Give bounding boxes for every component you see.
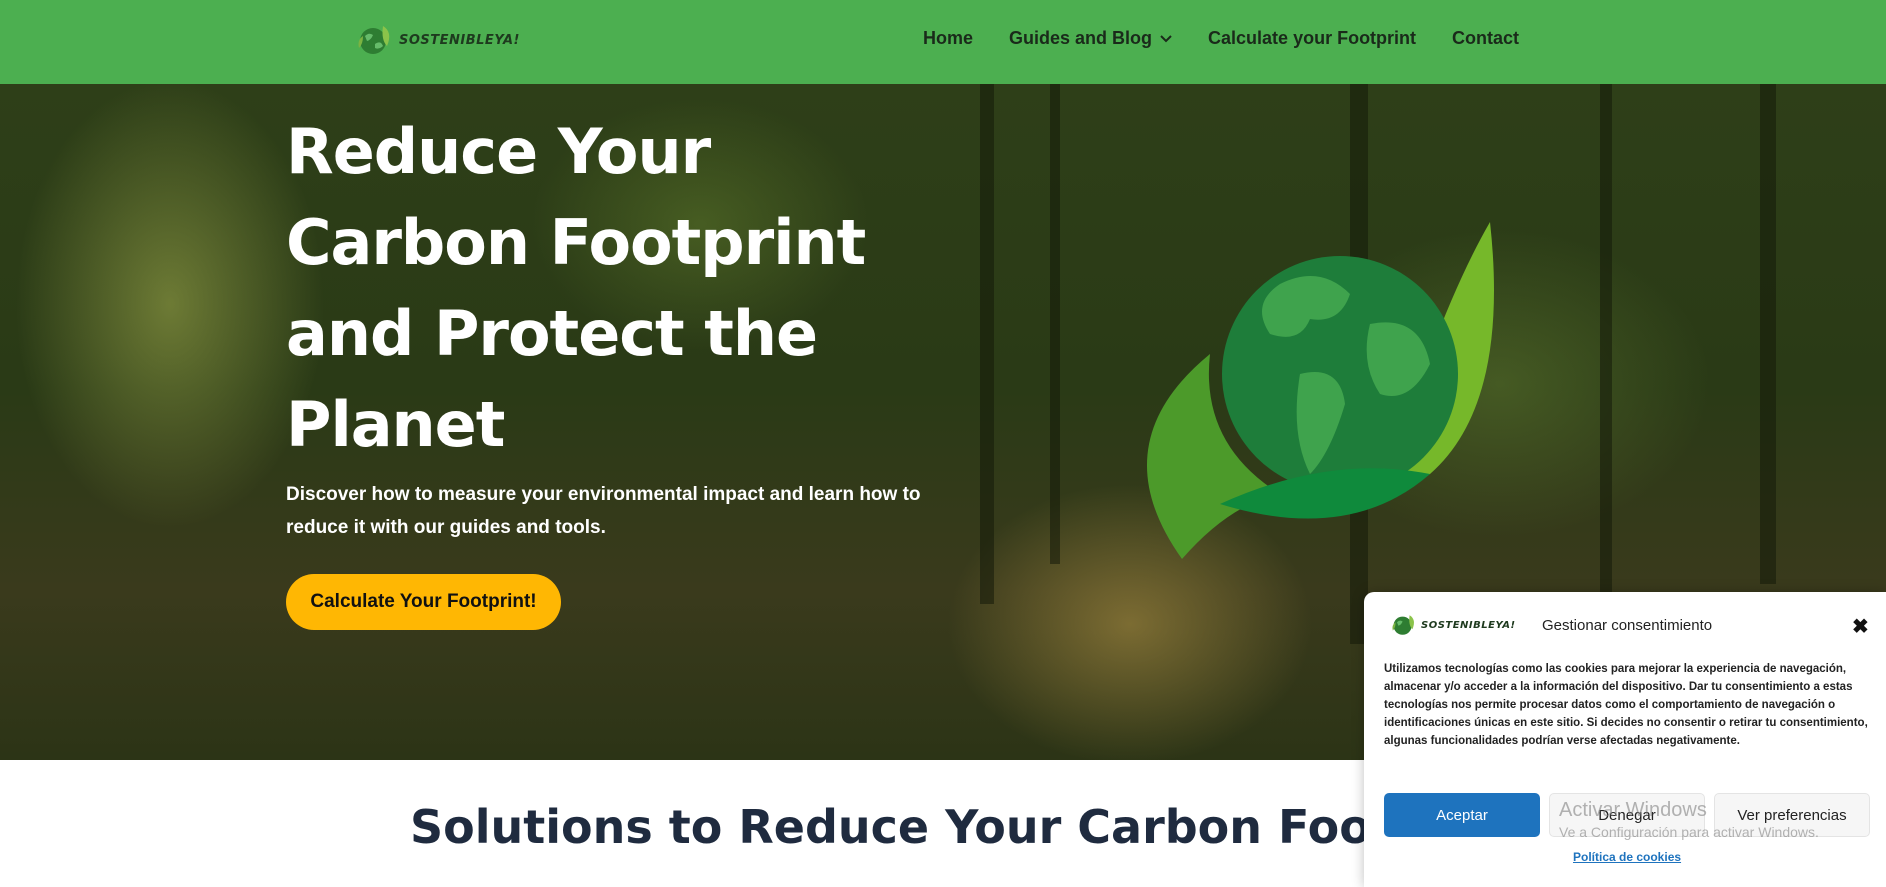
earth-leaf-emblem-icon: [1146, 222, 1494, 559]
hero-subtitle: Discover how to measure your environment…: [286, 484, 921, 538]
nav-home[interactable]: Home: [923, 28, 973, 49]
forest-trunk: [1600, 84, 1612, 604]
main-nav: Home Guides and Blog Calculate your Foot…: [923, 28, 1519, 49]
cookie-policy-link[interactable]: Política de cookies: [1573, 850, 1681, 864]
site-header: SOSTENIBLEYA! Home Guides and Blog Calcu…: [0, 0, 1886, 84]
activate-windows-hint: Ve a Configuración para activar Windows.: [1559, 824, 1819, 840]
solutions-section-title: Solutions to Reduce Your Carbon Foot: [410, 800, 1393, 854]
consent-body: Utilizamos tecnologías como las cookies …: [1384, 663, 1868, 747]
calculate-footprint-button[interactable]: Calculate Your Footprint!: [286, 574, 561, 630]
hero-title: Reduce Your Carbon Footprint and Protect…: [286, 115, 866, 461]
nav-calculate-footprint[interactable]: Calculate your Footprint: [1208, 28, 1416, 49]
consent-logo-text: SOSTENIBLEYA!: [1421, 619, 1516, 631]
cookie-consent-dialog: SOSTENIBLEYA! Gestionar consentimiento ✖…: [1364, 592, 1886, 887]
forest-trunk: [1050, 84, 1060, 564]
activate-windows-watermark: Activar Windows: [1559, 799, 1707, 821]
close-icon[interactable]: ✖: [1852, 614, 1869, 639]
nav-contact[interactable]: Contact: [1452, 28, 1519, 49]
accept-button[interactable]: Aceptar: [1384, 793, 1540, 837]
globe-leaf-icon: [1392, 615, 1414, 635]
consent-logo: SOSTENIBLEYA!: [1390, 612, 1516, 638]
site-logo[interactable]: SOSTENIBLEYA!: [355, 22, 520, 58]
forest-trunk: [980, 84, 994, 604]
nav-guides-and-blog[interactable]: Guides and Blog: [1009, 28, 1172, 49]
forest-trunk: [1760, 84, 1776, 584]
nav-guides-label: Guides and Blog: [1009, 28, 1153, 48]
globe-leaf-icon: [358, 26, 390, 54]
consent-title: Gestionar consentimiento: [1542, 617, 1713, 634]
logo-text: SOSTENIBLEYA!: [399, 32, 520, 48]
chevron-down-icon: [1160, 34, 1172, 42]
